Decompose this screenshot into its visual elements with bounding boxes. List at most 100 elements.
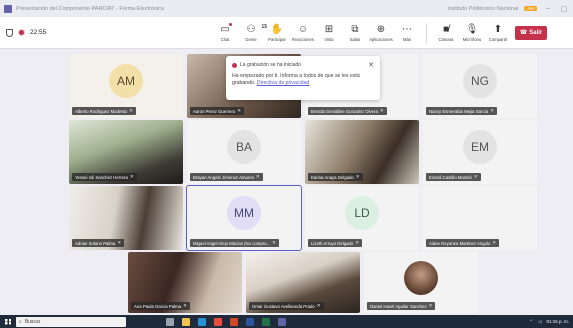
camera-off-icon: ■̸ bbox=[442, 23, 450, 35]
apps-icon: ⊕ bbox=[376, 23, 386, 35]
teams-icon[interactable] bbox=[278, 317, 286, 326]
taskbar-clock[interactable]: 01:15 p. m. bbox=[546, 319, 569, 324]
recording-toast: La grabación se ha iniciado ✕ Ha empezad… bbox=[226, 56, 380, 100]
mic-off-icon: ✕ bbox=[183, 303, 187, 308]
recording-indicator-icon bbox=[18, 29, 25, 36]
mic-off-icon: ✕ bbox=[492, 240, 497, 245]
raise-hand-button[interactable]: ✋ Participar bbox=[264, 23, 290, 43]
camera-button[interactable]: ■̸ Cámara bbox=[433, 23, 459, 43]
more-icon: ⋯ bbox=[402, 23, 412, 35]
mic-off-icon: 🎙︎ bbox=[465, 23, 479, 35]
participant-tile[interactable]: AM Alberto Rodriguez Modesto ✕ bbox=[69, 54, 183, 118]
share-button[interactable]: ⬆ Compartir bbox=[485, 23, 511, 43]
mic-off-icon: ✕ bbox=[473, 174, 478, 179]
mic-off-icon: ✕ bbox=[355, 174, 360, 179]
account-badge[interactable]: AM bbox=[524, 6, 537, 11]
view-icon: ⊞ bbox=[324, 23, 334, 35]
participant-tile[interactable]: Aidee Deyanira Martinez Angulo ✕ bbox=[423, 186, 537, 250]
start-button[interactable] bbox=[0, 315, 16, 328]
more-button[interactable]: ⋯ Más bbox=[394, 23, 420, 43]
chat-icon: ▭ bbox=[218, 23, 232, 35]
toolbar-divider bbox=[426, 22, 427, 43]
restore-icon[interactable]: ▢ bbox=[559, 5, 569, 13]
meeting-control-bar: 22:55 ▭ Chat ⚇ 15 Gente ✋ Participar ☺ Re… bbox=[0, 17, 573, 49]
word-icon[interactable] bbox=[246, 317, 254, 326]
participant-tile[interactable]: Karina Anaya Delgado ✕ bbox=[305, 120, 419, 184]
phone-hangup-icon: ☎ bbox=[519, 30, 528, 36]
close-icon[interactable]: ✕ bbox=[368, 61, 374, 69]
mic-off-icon: ✕ bbox=[237, 108, 242, 113]
participant-name: Lizeth Arroyo Delgado ✕ bbox=[308, 239, 363, 247]
mic-off-icon: ✕ bbox=[490, 108, 495, 113]
mic-off-icon: ✕ bbox=[129, 108, 133, 113]
avatar: LD bbox=[345, 195, 379, 230]
participant-name: Brenda Geraldine Gonzalez Olvera ✕ bbox=[308, 107, 387, 115]
participant-name: Alberto Rodriguez Modesto ✕ bbox=[72, 107, 136, 115]
participant-tile[interactable]: Ana Paula Garcia Palma ✕ bbox=[128, 252, 242, 313]
avatar: EM bbox=[463, 129, 497, 164]
participant-name: Yessei Ioli Sanchez Herrera ✕ bbox=[72, 173, 137, 181]
rooms-button[interactable]: ⧉ Salas bbox=[342, 23, 368, 43]
reactions-button[interactable]: ☺ Reacciones bbox=[290, 23, 316, 43]
minimize-icon[interactable]: – bbox=[543, 5, 553, 12]
avatar: NG bbox=[463, 63, 497, 98]
volume-icon[interactable]: ◁ bbox=[538, 319, 541, 325]
leave-button[interactable]: ☎ Salir bbox=[515, 25, 547, 40]
mic-off-icon: ✕ bbox=[379, 108, 384, 113]
participant-name: Aaron Perez Guerrero ✕ bbox=[190, 107, 245, 115]
powerpoint-icon[interactable] bbox=[230, 317, 238, 326]
file-explorer-icon[interactable] bbox=[182, 317, 190, 326]
excel-icon[interactable] bbox=[262, 317, 270, 326]
shield-icon[interactable] bbox=[6, 28, 13, 37]
participant-tile[interactable]: MM Miguel Angel Alejo Macias (No compro.… bbox=[186, 185, 302, 251]
participant-tile[interactable]: Adrian Solano Palma ✕ bbox=[69, 186, 183, 250]
participant-tile[interactable]: Omar Gustavo Avellaneda Prado ✕ bbox=[246, 252, 360, 313]
participant-tile[interactable]: Daniel Hazel Aguilar Sanchez ✕ bbox=[364, 252, 478, 313]
privacy-policy-link[interactable]: Directiva de privacidad bbox=[257, 80, 309, 86]
people-icon: ⚇ 15 bbox=[246, 23, 267, 35]
organization-name: Instituto Politécnico Nacional bbox=[447, 5, 519, 12]
taskbar: ⌕ Buscar ⌃ ◁ 01:15 p. m. bbox=[0, 315, 573, 328]
participant-name: Nancy Esmeralda Mejia Garcia ✕ bbox=[426, 107, 498, 115]
taskbar-search[interactable]: ⌕ Buscar bbox=[16, 316, 126, 327]
mic-off-icon: ✕ bbox=[355, 240, 360, 245]
network-icon[interactable]: ⌃ bbox=[529, 319, 533, 325]
participant-name: Ana Paula Garcia Palma ✕ bbox=[131, 302, 190, 310]
view-button[interactable]: ⊞ Vista bbox=[316, 23, 342, 43]
task-view-icon[interactable] bbox=[166, 317, 174, 326]
participant-tile[interactable]: BA Brayan Angelo Jimenez Amores ✕ bbox=[187, 120, 301, 184]
windows-icon bbox=[5, 318, 11, 325]
avatar: AM bbox=[109, 63, 143, 98]
participant-name: Karina Anaya Delgado ✕ bbox=[308, 173, 363, 181]
microphone-button[interactable]: 🎙︎ Micrófono bbox=[459, 23, 485, 43]
toast-title: La grabación se ha iniciado bbox=[240, 62, 301, 68]
share-icon: ⬆ bbox=[493, 23, 503, 35]
teams-app-icon bbox=[4, 4, 12, 13]
participant-name: Adrian Solano Palma ✕ bbox=[72, 239, 125, 247]
mic-off-icon: ✕ bbox=[117, 240, 122, 245]
toast-message: Ha empezado por ti. Informa a todos de q… bbox=[232, 73, 360, 87]
participant-tile[interactable]: EM Erandi Castillo Montiel ✕ bbox=[423, 120, 537, 184]
recording-icon bbox=[232, 62, 237, 68]
people-button[interactable]: ⚇ 15 Gente bbox=[238, 23, 267, 43]
chrome-icon[interactable] bbox=[214, 317, 222, 326]
meeting-timer: 22:55 bbox=[30, 29, 47, 36]
window-title: Presentación del Componente PARCIAT - Fo… bbox=[16, 5, 164, 12]
participant-tile[interactable]: Yessei Ioli Sanchez Herrera ✕ bbox=[69, 120, 183, 184]
title-bar: Presentación del Componente PARCIAT - Fo… bbox=[0, 0, 573, 17]
mic-off-icon: ✕ bbox=[316, 303, 321, 308]
participant-tile[interactable]: LD Lizeth Arroyo Delgado ✕ bbox=[305, 186, 419, 250]
chat-button[interactable]: ▭ Chat bbox=[212, 23, 238, 42]
avatar bbox=[404, 260, 438, 295]
mic-off-icon: ✕ bbox=[272, 240, 276, 245]
participant-tile[interactable]: NG Nancy Esmeralda Mejia Garcia ✕ bbox=[423, 54, 537, 118]
mic-off-icon: ✕ bbox=[428, 303, 433, 308]
rooms-icon: ⧉ bbox=[351, 23, 359, 35]
search-icon: ⌕ bbox=[19, 318, 22, 325]
participant-name: Brayan Angelo Jimenez Amores ✕ bbox=[190, 173, 263, 181]
apps-button[interactable]: ⊕ Aplicaciones bbox=[368, 23, 394, 43]
participant-name: Miguel Angel Alejo Macias (No compro... ✕ bbox=[190, 239, 279, 247]
participant-name: Omar Gustavo Avellaneda Prado ✕ bbox=[249, 302, 324, 310]
edge-icon[interactable] bbox=[198, 317, 206, 326]
participant-name: Aidee Deyanira Martinez Angulo ✕ bbox=[426, 239, 500, 247]
